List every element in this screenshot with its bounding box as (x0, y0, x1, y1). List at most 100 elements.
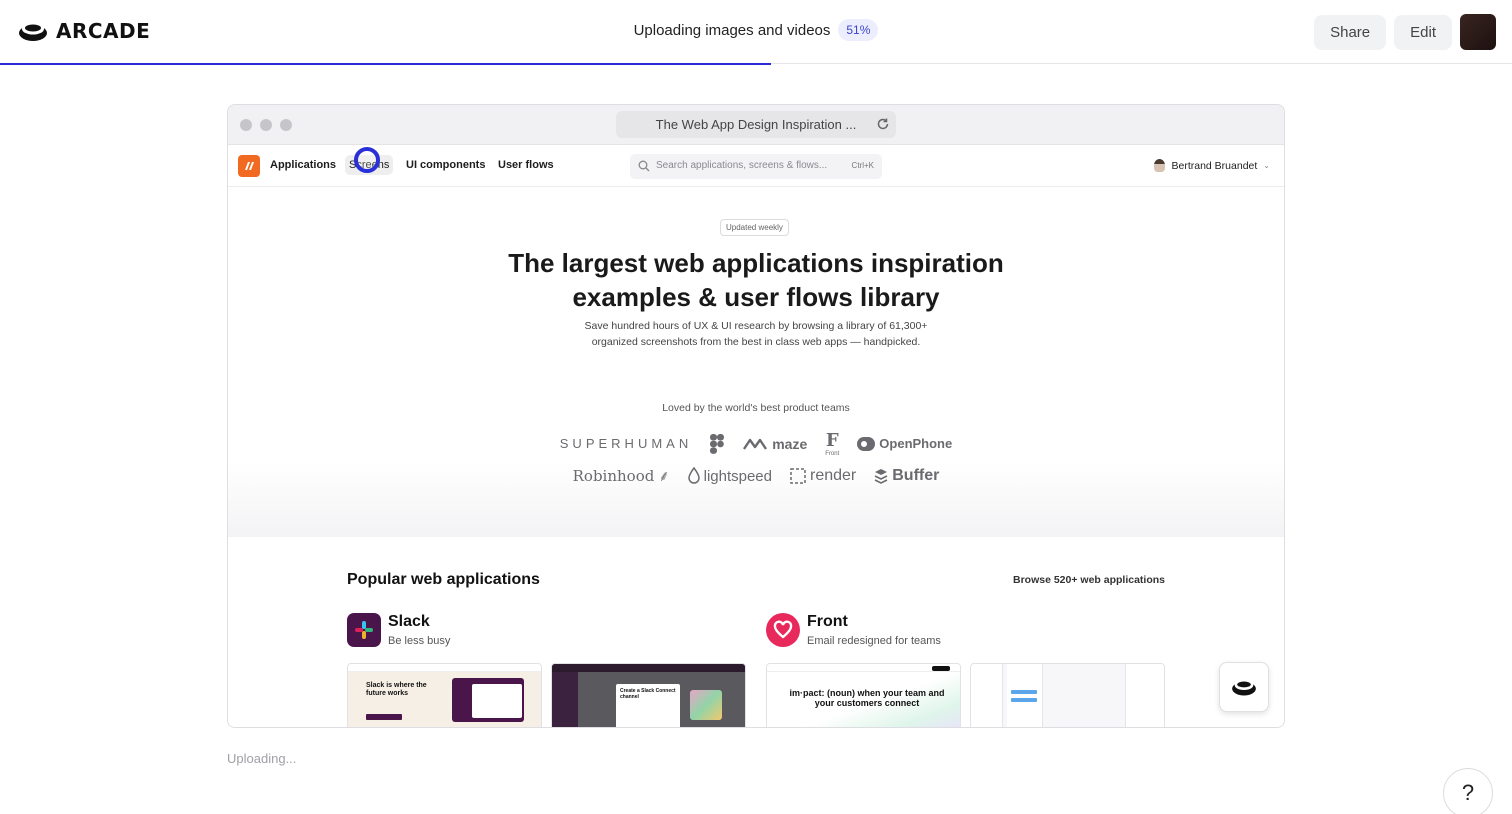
user-avatar[interactable] (1460, 14, 1496, 50)
app-thumbnail[interactable] (970, 663, 1165, 727)
robinhood-logo: Robinhood ⸙ (573, 466, 670, 486)
thumb-nav (552, 664, 745, 672)
maze-logo-text: maze (772, 435, 808, 452)
front-logo-caption: Front (825, 451, 840, 457)
thumb-nav (348, 664, 541, 672)
click-indicator (354, 147, 380, 173)
buffer-logo-text: Buffer (892, 467, 940, 484)
superhuman-logo: SUPERHUMAN (559, 436, 693, 451)
front-logo: F Front (825, 430, 839, 457)
hero-section: Updated weekly The largest web applicati… (228, 188, 1284, 538)
hero-subtitle: Save hundred hours of UX & UI research b… (228, 318, 1284, 350)
app-name: Slack (388, 613, 430, 630)
front-logo-mark-icon: F (825, 430, 839, 451)
upload-status: Uploading images and videos 51% (0, 19, 1512, 41)
search-placeholder: Search applications, screens & flows... (656, 160, 828, 171)
window-dot-icon (280, 119, 292, 131)
popular-section: Popular web applications Browse 520+ web… (228, 537, 1284, 727)
hero-title-line: examples & user flows library (572, 282, 940, 312)
robinhood-logo-text: Robinhood (572, 467, 655, 485)
edit-button[interactable]: Edit (1394, 14, 1452, 50)
popular-title: Popular web applications (347, 571, 540, 588)
app-tagline: Email redesigned for teams (807, 635, 941, 647)
browser-chrome: The Web App Design Inspiration ... (228, 105, 1284, 145)
buffer-stack-icon (874, 469, 888, 484)
arcade-logo-icon (1232, 680, 1256, 696)
search-icon (638, 160, 650, 172)
openphone-mark-icon (857, 436, 876, 451)
thumb-selected-row (1011, 690, 1037, 694)
hero-title: The largest web applications inspiration… (228, 246, 1284, 314)
thumb-detail (1125, 664, 1164, 727)
thumb-illustration (690, 690, 722, 720)
search-shortcut: Ctrl+K (851, 161, 874, 170)
slack-logo-icon (347, 613, 381, 647)
maze-logo: maze (742, 436, 807, 452)
lightspeed-logo: lightspeed (687, 467, 772, 485)
openphone-logo-text: OpenPhone (879, 436, 953, 451)
feather-icon: ⸙ (658, 467, 670, 485)
thumb-app-window (472, 684, 522, 718)
upload-percent-badge: 51% (838, 19, 879, 41)
upload-footer-status: Uploading... (227, 751, 297, 766)
window-dot-icon (240, 119, 252, 131)
site-logo-icon[interactable] (238, 155, 260, 177)
nav-user-flows[interactable]: User flows (498, 159, 554, 171)
flame-icon (687, 467, 700, 484)
figma-logo-icon (710, 433, 725, 454)
loved-by-text: Loved by the world's best product teams (662, 402, 850, 414)
user-name: Bertrand Bruandet (1171, 159, 1258, 172)
app-name: Front (807, 613, 848, 630)
upload-progress-fill (0, 63, 772, 65)
nav-ui-components[interactable]: UI components (406, 159, 485, 171)
openphone-logo: OpenPhone (857, 436, 952, 451)
thumb-cta (932, 666, 950, 671)
customer-logos-row: SUPERHUMAN maze F Front OpenPhone (228, 430, 1284, 457)
address-bar[interactable]: The Web App Design Inspiration ... (616, 111, 896, 138)
help-button[interactable]: ? (1443, 768, 1493, 814)
hero-title-line: The largest web applications inspiration (508, 248, 1004, 278)
thumb-cta (366, 714, 402, 720)
thumb-headline: Slack is where the future works (366, 682, 427, 697)
nav-applications[interactable]: Applications (270, 159, 336, 171)
app-tagline: Be less busy (388, 635, 451, 647)
top-bar: ARCADE Uploading images and videos 51% S… (0, 0, 1512, 65)
top-actions: Share Edit (1314, 14, 1496, 50)
thumb-sidebar (971, 664, 1003, 727)
app-thumbnail[interactable]: im·pact: (noun) when your team and your … (766, 663, 961, 727)
user-avatar-icon (1154, 159, 1166, 172)
customer-logos-row: Robinhood ⸙ lightspeed render Buffer (228, 466, 1284, 486)
thumb-sidebar (552, 672, 578, 727)
upload-progress-bar (0, 63, 1512, 65)
thumb-selected-row (1011, 698, 1037, 702)
updated-badge: Updated weekly (720, 219, 789, 236)
thumb-headline: im·pact: (noun) when your team and your … (789, 688, 945, 708)
render-mark-icon (790, 468, 806, 484)
render-logo-text: render (810, 467, 857, 484)
app-thumbnail[interactable]: Create a Slack Connect channel (551, 663, 746, 727)
hero-subtitle-line: organized screenshots from the best in c… (591, 336, 921, 348)
render-logo: render (790, 467, 856, 485)
reload-icon[interactable] (876, 117, 890, 131)
site-search[interactable]: Search applications, screens & flows... … (630, 154, 882, 179)
share-button[interactable]: Share (1314, 14, 1387, 50)
user-menu[interactable]: Bertrand Bruandet ⌄ (1154, 159, 1270, 172)
browser-frame: The Web App Design Inspiration ... Appli… (227, 104, 1285, 728)
thumb-list (1007, 664, 1043, 727)
browse-apps-link[interactable]: Browse 520+ web applications (1013, 574, 1165, 586)
chevron-down-icon: ⌄ (1263, 161, 1270, 170)
site-nav: Applications Screens UI components User … (228, 145, 1284, 187)
thumb-dialog-title: Create a Slack Connect channel (620, 688, 676, 700)
buffer-logo: Buffer (874, 467, 939, 485)
window-controls (240, 119, 292, 131)
window-dot-icon (260, 119, 272, 131)
hero-subtitle-line: Save hundred hours of UX & UI research b… (584, 320, 928, 332)
front-app-logo-icon (766, 613, 800, 647)
maze-mark-icon (743, 438, 768, 450)
site-logo-glyph-icon (245, 162, 254, 170)
lightspeed-logo-text: lightspeed (703, 467, 772, 485)
upload-label: Uploading images and videos (633, 21, 831, 39)
tab-title: The Web App Design Inspiration ... (655, 117, 857, 132)
app-thumbnail[interactable]: Slack is where the future works (347, 663, 542, 727)
arcade-widget-button[interactable] (1219, 662, 1269, 712)
